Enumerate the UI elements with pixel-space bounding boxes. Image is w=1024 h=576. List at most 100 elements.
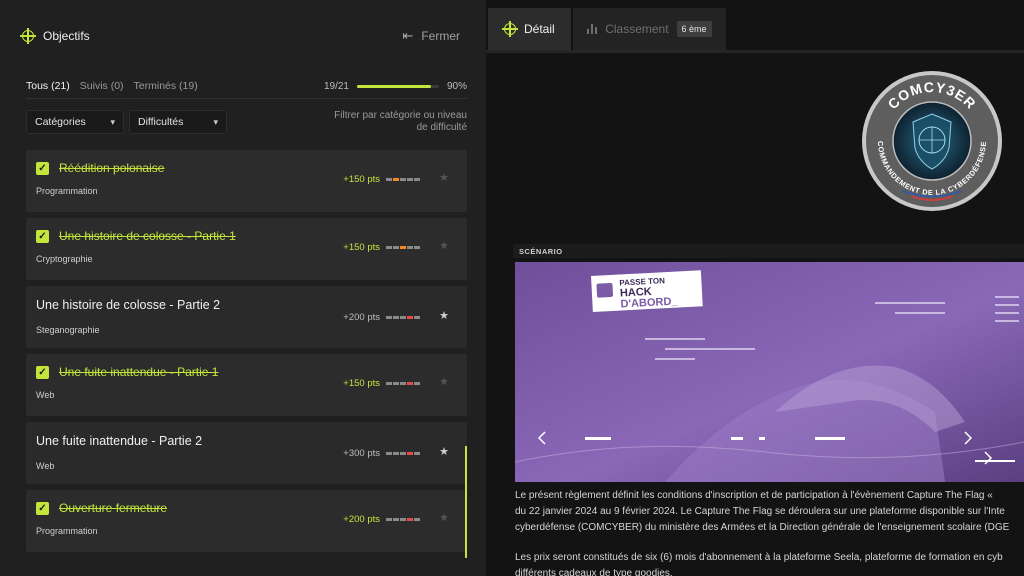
challenge-card[interactable]: ✓ Une fuite inattendue - Partie 1 Web +150 … — [26, 354, 467, 416]
difficulty-pip — [393, 316, 399, 319]
difficulty-pip — [400, 316, 406, 319]
challenge-category: Programmation — [36, 526, 98, 536]
challenge-points: +300 pts — [343, 448, 380, 459]
challenge-title: Ouverture fermeture — [59, 501, 168, 515]
chevron-down-icon: ▾ — [110, 116, 115, 127]
challenge-title: Une histoire de colosse - Partie 2 — [36, 298, 221, 312]
chevron-down-icon: ▾ — [213, 116, 218, 127]
tab-followed[interactable]: Suivis (0) — [80, 80, 124, 92]
star-icon[interactable]: ★ — [439, 375, 449, 388]
challenge-card[interactable]: Une fuite inattendue - Partie 2 Web +300 p… — [26, 422, 467, 484]
tab-ranking-label: Classement — [605, 22, 669, 36]
star-icon[interactable]: ★ — [439, 239, 449, 252]
objectives-panel: Objectifs ⇤ Fermer Tous (21) Suivis (0) … — [0, 0, 486, 576]
tab-all[interactable]: Tous (21) — [26, 80, 70, 92]
scenario-paragraph-2: Les prix seront constitués de six (6) mo… — [515, 552, 1003, 576]
challenge-category: Web — [36, 461, 55, 471]
difficulty-pip — [386, 316, 392, 319]
star-icon[interactable]: ★ — [439, 309, 449, 322]
difficulty-pip — [414, 316, 420, 319]
rank-badge: 6 ème — [676, 21, 712, 37]
checkbox-checked-icon: ✓ — [36, 230, 49, 243]
tab-completed[interactable]: Terminés (19) — [134, 80, 198, 92]
difficulty-pip — [386, 178, 392, 181]
filter-hint: Filtrer par catégorie ou niveau de diffi… — [334, 110, 467, 133]
challenge-card[interactable]: Une histoire de colosse - Partie 2 Stegan… — [26, 286, 467, 348]
detail-tabs: Détail Classement 6 ème — [488, 8, 726, 50]
scrollbar[interactable] — [465, 446, 467, 558]
difficulty-pip — [407, 178, 413, 181]
challenge-card[interactable]: ✓ Ouverture fermeture Programmation +200 pt… — [26, 490, 467, 552]
challenge-title: Une fuite inattendue - Partie 2 — [36, 434, 203, 448]
difficulty-pip — [400, 178, 406, 181]
challenge-points: +200 pts — [343, 312, 380, 323]
difficulty-pip — [414, 178, 420, 181]
difficulty-pip — [407, 452, 413, 455]
close-button[interactable]: ⇤ Fermer — [402, 28, 460, 44]
difficulty-pip — [414, 246, 420, 249]
challenge-category: Cryptographie — [36, 254, 93, 264]
difficulty-pip — [400, 518, 406, 521]
challenge-category: Web — [36, 390, 55, 400]
checkbox-checked-icon: ✓ — [36, 366, 49, 379]
difficulty-indicator — [386, 518, 420, 521]
objectives-header: Objectifs ⇤ Fermer — [20, 28, 460, 44]
objectives-title-label: Objectifs — [43, 29, 90, 43]
difficulty-pip — [407, 316, 413, 319]
difficulty-pip — [407, 246, 413, 249]
difficulties-dropdown[interactable]: Difficultés ▾ — [129, 110, 227, 134]
filter-dropdowns: Catégories ▾ Difficultés ▾ Filtrer par c… — [26, 110, 467, 136]
difficulty-indicator — [386, 316, 420, 319]
challenge-category: Steganographie — [36, 325, 100, 335]
difficulty-indicator — [386, 452, 420, 455]
star-icon[interactable]: ★ — [439, 511, 449, 524]
close-button-label: Fermer — [421, 29, 460, 43]
difficulty-pip — [393, 178, 399, 181]
difficulty-pip — [386, 382, 392, 385]
difficulty-pip — [407, 382, 413, 385]
categories-dropdown[interactable]: Catégories ▾ — [26, 110, 124, 134]
checkbox-checked-icon: ✓ — [36, 502, 49, 515]
difficulty-pip — [414, 518, 420, 521]
difficulty-pip — [393, 452, 399, 455]
difficulties-dropdown-label: Difficultés — [138, 116, 184, 128]
tab-detail[interactable]: Détail — [488, 8, 571, 50]
difficulty-pip — [386, 452, 392, 455]
divider — [486, 50, 1024, 53]
categories-dropdown-label: Catégories — [35, 116, 86, 128]
difficulty-pip — [400, 246, 406, 249]
scenario-paragraph-1: Le présent règlement définit les conditi… — [515, 490, 1010, 533]
divider — [26, 98, 467, 99]
arrow-left-icon: ⇤ — [402, 28, 414, 43]
objectives-title: Objectifs — [20, 28, 90, 44]
challenge-title: Une fuite inattendue - Partie 1 — [59, 365, 219, 379]
challenge-points: +150 pts — [343, 174, 380, 185]
difficulty-pip — [393, 246, 399, 249]
challenge-title: Une histoire de colosse - Partie 1 — [59, 229, 236, 243]
progress-percent: 90% — [446, 80, 467, 92]
challenge-card[interactable]: ✓ Une histoire de colosse - Partie 1 Crypt… — [26, 218, 467, 280]
challenge-title: Réédition polonaise — [59, 161, 165, 175]
app-root: Objectifs ⇤ Fermer Tous (21) Suivis (0) … — [0, 0, 1024, 576]
tab-detail-label: Détail — [524, 22, 555, 36]
tab-ranking[interactable]: Classement 6 ème — [572, 8, 726, 50]
progress-summary: 19/21 90% — [324, 81, 467, 92]
comcyber-badge: COMCY3ER COMMANDEMENT DE LA CYBERDÉFENSE — [862, 71, 1002, 211]
scenario-illustration: PASSE TON HACK D'ABORD_ — [515, 262, 1024, 482]
star-icon[interactable]: ★ — [439, 171, 449, 184]
difficulty-indicator — [386, 178, 420, 181]
challenge-points: +150 pts — [343, 242, 380, 253]
checkbox-checked-icon: ✓ — [36, 162, 49, 175]
challenge-card[interactable]: ✓ Réédition polonaise Programmation +150 pt… — [26, 150, 467, 212]
star-icon[interactable]: ★ — [439, 445, 449, 458]
difficulty-pip — [386, 518, 392, 521]
bar-chart-icon — [586, 24, 598, 34]
difficulty-indicator — [386, 382, 420, 385]
target-icon — [20, 28, 36, 44]
challenge-points: +150 pts — [343, 378, 380, 389]
difficulty-indicator — [386, 246, 420, 249]
difficulty-pip — [414, 382, 420, 385]
challenge-category: Programmation — [36, 186, 98, 196]
difficulty-pip — [400, 382, 406, 385]
progress-count: 19/21 — [323, 80, 349, 92]
